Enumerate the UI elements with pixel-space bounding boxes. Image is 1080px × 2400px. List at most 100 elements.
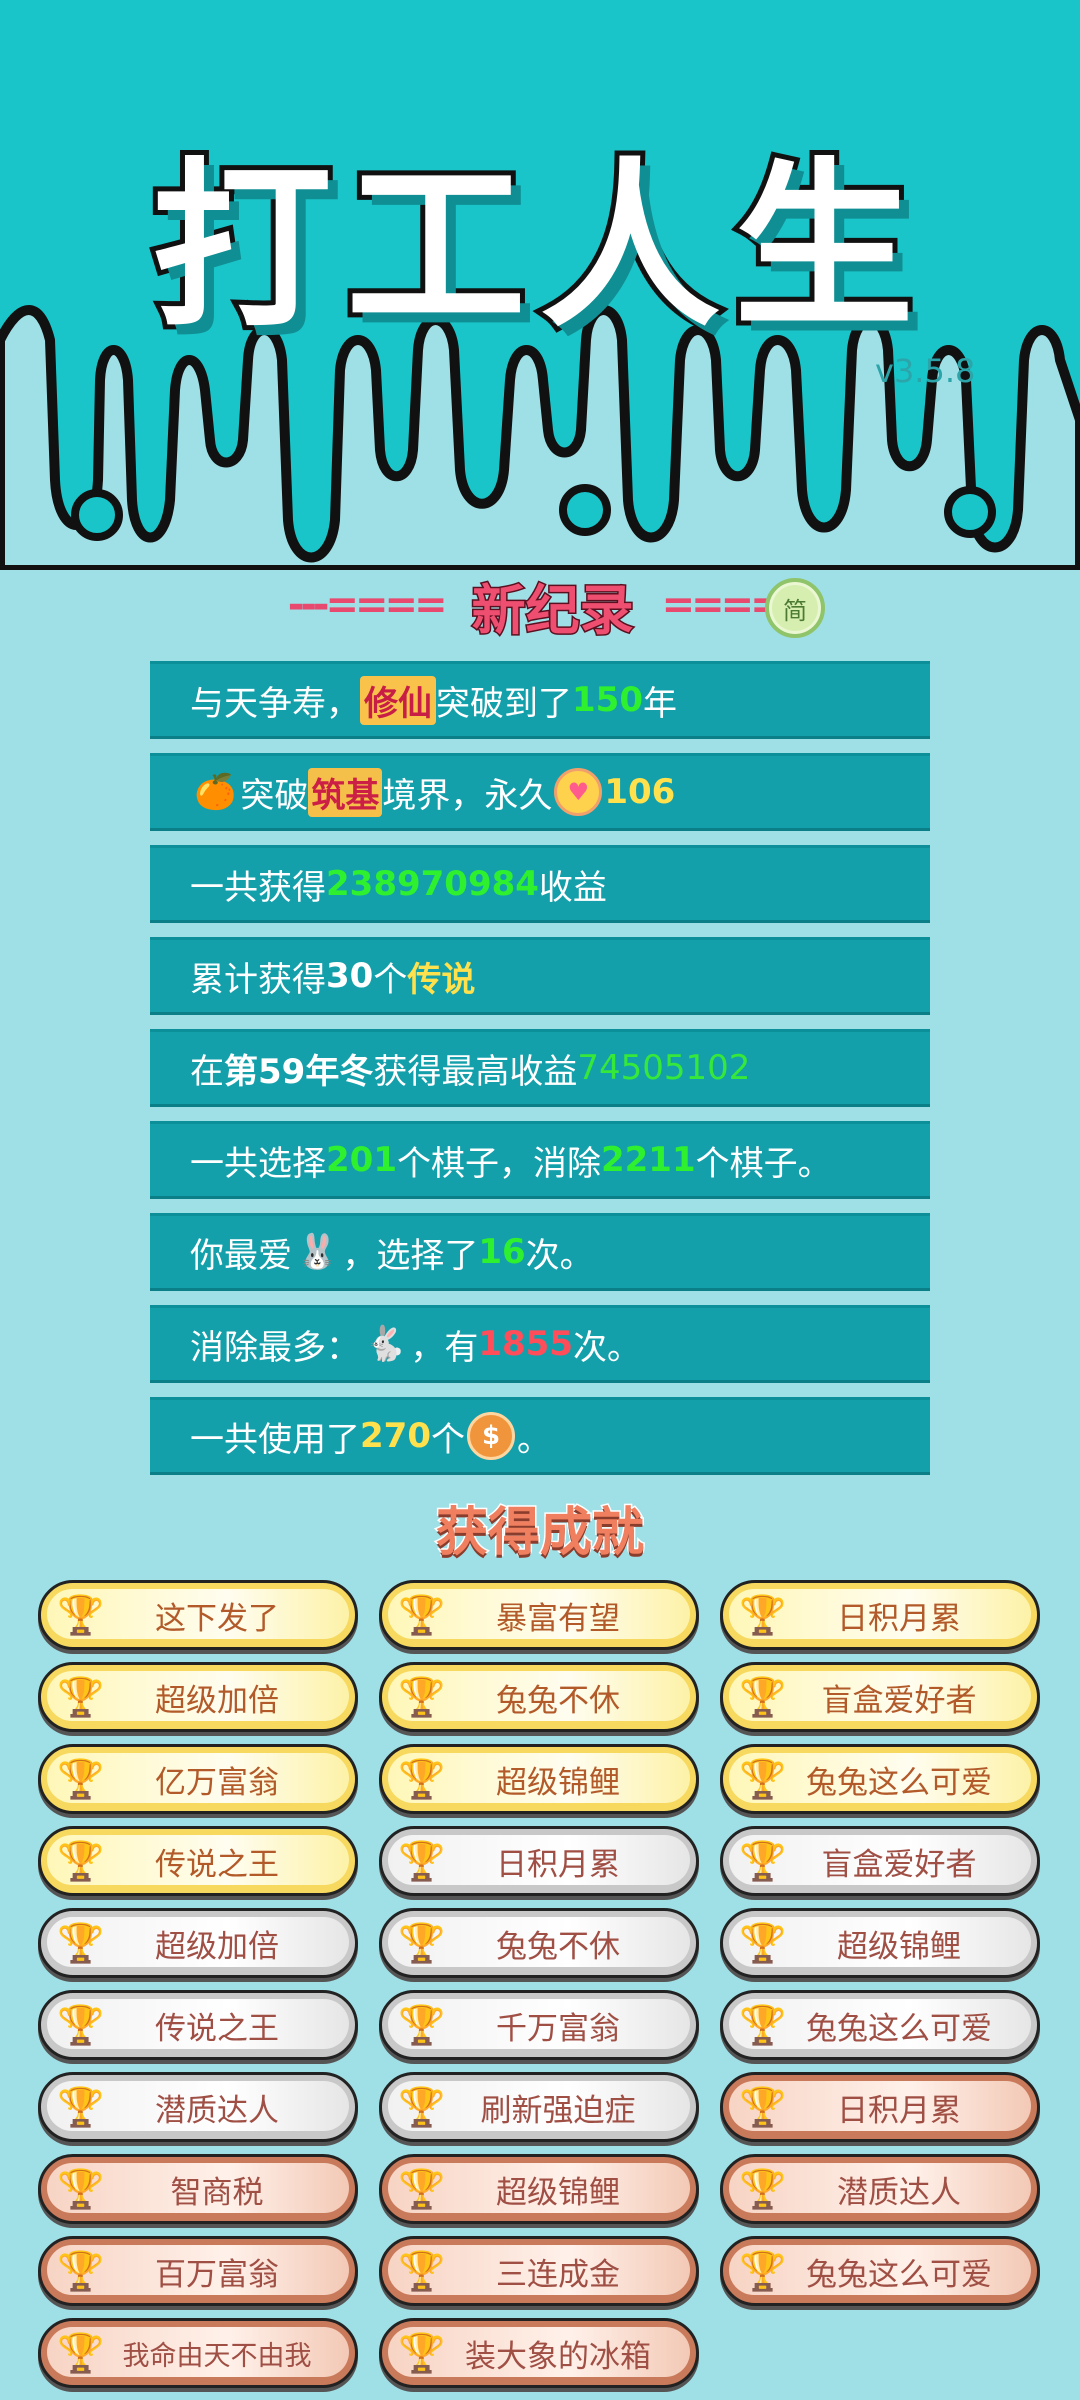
achievement-badge[interactable]: 🏆 日积月累 [379,1826,699,1896]
achievement-label: 日积月累 [496,1846,620,1883]
achievements-title: 获得成就 [434,1502,645,1565]
achievement-label: 超级锦鲤 [496,1764,620,1801]
highlight-tag: 修仙 [360,675,436,725]
stat-number: 238970984 [326,864,539,904]
achievement-label: 潜质达人 [155,2092,279,2129]
stat-row-total-income: 一共获得 238970984 收益 [150,845,930,923]
trophy-icon: 🏆 [739,2248,787,2293]
trophy-icon: 🏆 [398,2166,446,2211]
achievement-label: 我命由天不由我 [122,2340,312,2372]
achievement-badge[interactable]: 🏆 日积月累 [720,2072,1040,2142]
achievement-label: 超级加倍 [155,1682,279,1719]
achievement-badge[interactable]: 🏆 暴富有望 [379,1580,699,1650]
stat-number: 1855 [478,1324,573,1364]
achievement-badge[interactable]: 🏆 兔兔不休 [379,1662,699,1732]
achievement-badge[interactable]: 🏆 千万富翁 [379,1990,699,2060]
stat-row-best-income: 在 第59年冬 获得最高收益 74505102 [150,1029,930,1107]
stat-number: 201 [326,1140,397,1180]
stat-row-coins-used: 一共使用了 270 个 $ 。 [150,1397,930,1475]
stat-row-realm: 🍊 突破 筑基 境界，永久 ♥ 106 [150,753,930,831]
trophy-icon: 🏆 [398,1920,446,1965]
achievement-label: 兔兔不休 [496,1682,620,1719]
achievement-badge[interactable]: 🏆 潜质达人 [38,2072,358,2142]
trophy-icon: 🏆 [57,1920,105,1965]
trophy-icon: 🏆 [398,2330,446,2375]
stat-row-most-eliminated: 消除最多： 🐇 ，有 1855 次。 [150,1305,930,1383]
stat-number: 150 [572,680,643,720]
achievement-badge[interactable]: 🏆 日积月累 [720,1580,1040,1650]
achievement-badge[interactable]: 🏆 三连成金 [379,2236,699,2306]
trophy-icon: 🏆 [57,2248,105,2293]
trophy-icon: 🏆 [739,2166,787,2211]
achievement-label: 传说之王 [155,1846,279,1883]
achievement-badge[interactable]: 🏆 百万富翁 [38,2236,358,2306]
rabbit-icon: 🐇 [364,1324,407,1364]
achievement-badge[interactable]: 🏆 潜质达人 [720,2154,1040,2224]
trophy-icon: 🏆 [57,2330,105,2375]
achievement-badge[interactable]: 🏆 超级加倍 [38,1908,358,1978]
trophy-icon: 🏆 [57,2166,105,2211]
achievement-badge[interactable]: 🏆 装大象的冰箱 [379,2318,699,2388]
achievement-badge[interactable]: 🏆 兔兔这么可爱 [720,1744,1040,1814]
achievement-badge[interactable]: 🏆 超级锦鲤 [379,2154,699,2224]
achievement-label: 超级锦鲤 [837,1928,961,1965]
stat-row-pieces: 一共选择 201 个棋子，消除 2211 个棋子。 [150,1121,930,1199]
stat-number: 106 [604,772,676,812]
trophy-icon: 🏆 [398,1674,446,1719]
stat-number: 30 [326,956,374,996]
achievement-label: 兔兔这么可爱 [806,2010,992,2047]
achievement-badge[interactable]: 🏆 这下发了 [38,1580,358,1650]
achievement-badge[interactable]: 🏆 我命由天不由我 [38,2318,358,2388]
coin-icon: $ [466,1412,515,1460]
achievement-label: 亿万富翁 [155,1764,279,1801]
achievement-badge[interactable]: 🏆 超级锦鲤 [379,1744,699,1814]
achievement-label: 装大象的冰箱 [465,2338,651,2375]
highlight-tag: 筑基 [308,767,383,817]
achievement-badge[interactable]: 🏆 传说之王 [38,1826,358,1896]
achievement-label: 盲盒爱好者 [821,1682,977,1719]
stat-number: 2211 [600,1140,696,1180]
trophy-icon: 🏆 [739,2084,787,2129]
achievement-badge[interactable]: 🏆 盲盒爱好者 [720,1826,1040,1896]
achievement-label: 日积月累 [837,2092,961,2129]
trophy-icon: 🏆 [398,1838,446,1883]
simplified-toggle-button[interactable]: 简 [765,578,825,638]
trophy-icon: 🏆 [57,1674,105,1719]
rabbit-icon: 🐰 [296,1232,339,1272]
trophy-icon: 🏆 [57,1592,105,1637]
achievement-label: 潜质达人 [837,2174,961,2211]
achievement-badge[interactable]: 🏆 传说之王 [38,1990,358,2060]
achievement-badge[interactable]: 🏆 刷新强迫症 [379,2072,699,2142]
achievement-badge[interactable]: 🏆 兔兔这么可爱 [720,2236,1040,2306]
stats-list: 与天争寿， 修仙 突破到了 150 年 🍊 突破 筑基 境界，永久 ♥ 106 … [150,661,930,1489]
trophy-icon: 🏆 [739,1920,787,1965]
achievement-label: 超级锦鲤 [496,2174,620,2211]
achievement-badge[interactable]: 🏆 智商税 [38,2154,358,2224]
achievement-label: 暴富有望 [496,1600,620,1637]
achievement-label: 日积月累 [837,1600,961,1637]
achievement-badge[interactable]: 🏆 兔兔不休 [379,1908,699,1978]
achievement-label: 传说之王 [155,2010,279,2047]
stat-row-legends: 累计获得 30 个 传说 [150,937,930,1015]
trophy-icon: 🏆 [739,1756,787,1801]
trophy-icon: 🏆 [739,1592,787,1637]
achievement-label: 三连成金 [496,2256,620,2293]
achievement-badge[interactable]: 🏆 盲盒爱好者 [720,1662,1040,1732]
stat-row-favorite: 你最爱 🐰 ，选择了 16 次。 [150,1213,930,1291]
achievement-badge[interactable]: 🏆 亿万富翁 [38,1744,358,1814]
achievement-label: 智商税 [170,2174,264,2211]
achievement-badge[interactable]: 🏆 超级锦鲤 [720,1908,1040,1978]
trophy-icon: 🏆 [57,2084,105,2129]
achievement-label: 兔兔不休 [496,1928,620,1965]
achievement-label: 兔兔这么可爱 [806,2256,992,2293]
trophy-icon: 🏆 [398,2248,446,2293]
game-title: 打工人生 [147,138,928,357]
achievement-badge[interactable]: 🏆 兔兔这么可爱 [720,1990,1040,2060]
achievement-label: 这下发了 [155,1600,279,1637]
achievement-badge[interactable]: 🏆 超级加倍 [38,1662,358,1732]
trophy-icon: 🏆 [398,2002,446,2047]
achievement-label: 百万富翁 [155,2256,279,2293]
trophy-icon: 🏆 [398,1592,446,1637]
achievement-label: 盲盒爱好者 [821,1846,977,1883]
achievement-label: 超级加倍 [155,1928,279,1965]
